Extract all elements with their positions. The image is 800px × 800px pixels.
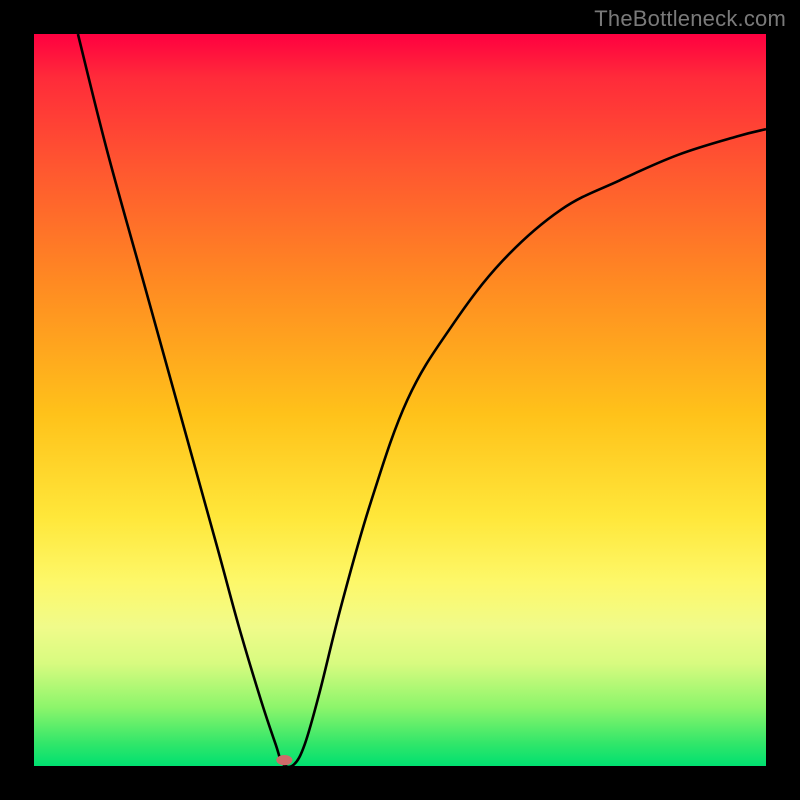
min-marker bbox=[276, 755, 292, 765]
chart-frame: TheBottleneck.com bbox=[0, 0, 800, 800]
chart-svg bbox=[34, 34, 766, 766]
plot-area bbox=[34, 34, 766, 766]
curve bbox=[78, 34, 766, 766]
watermark-text: TheBottleneck.com bbox=[594, 6, 786, 32]
